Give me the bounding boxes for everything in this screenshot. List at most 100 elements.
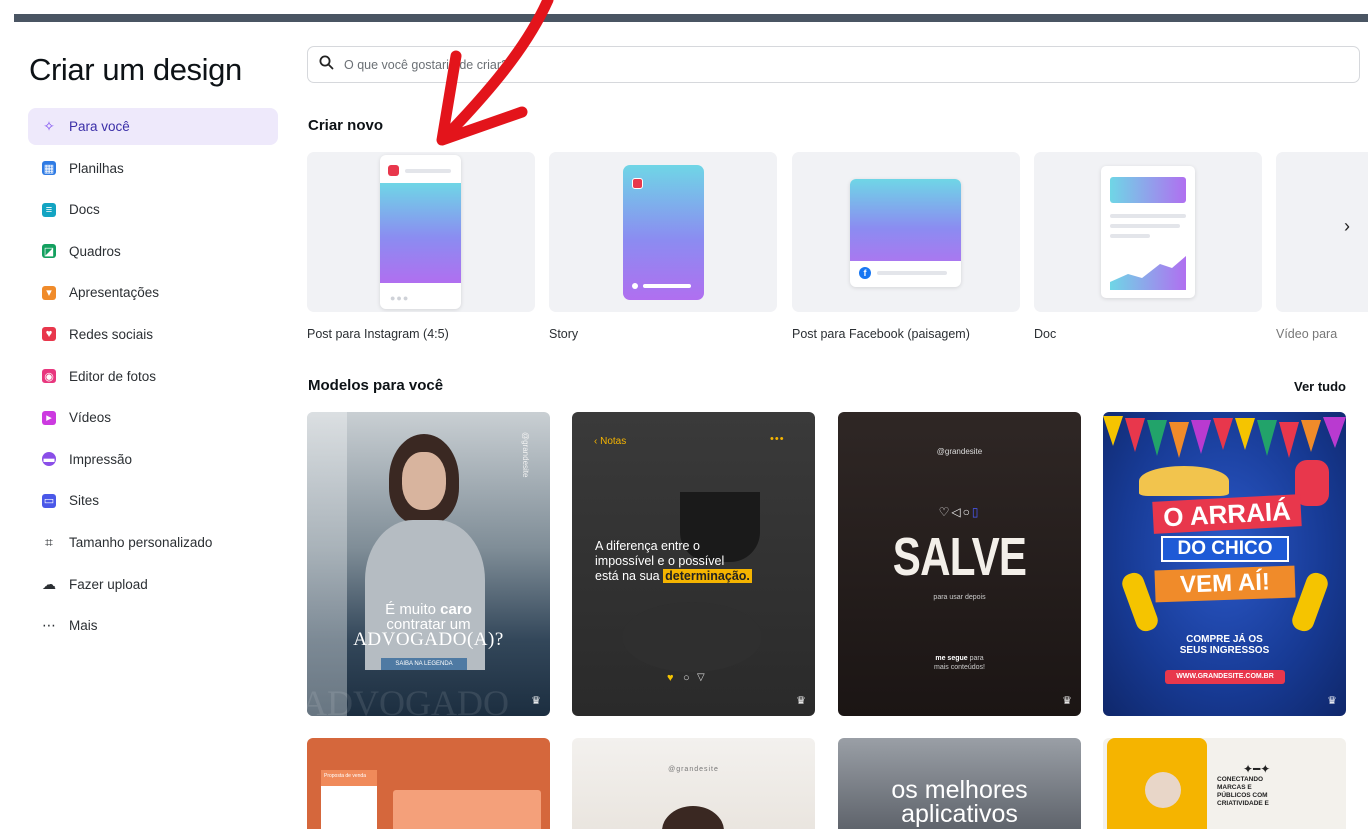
template-card-lawyer[interactable]: @grandesite É muito caro contratar um AD… <box>307 412 550 716</box>
tagline-2: MARCAS E <box>1217 784 1252 791</box>
sidebar-item-label: Apresentações <box>69 285 160 301</box>
back-label: Notas <box>600 436 627 447</box>
tagline-1: CONECTANDO <box>1217 776 1264 783</box>
social-icons: ♡◁○▯ <box>938 505 981 519</box>
handle-text: @grandesite <box>521 432 530 478</box>
tagline: CONECTANDO MARCAS E PÚBLICOS COM CRIATIV… <box>1217 776 1269 808</box>
phone-mockup: ●●● <box>380 155 461 309</box>
doc-page-secondary <box>393 790 541 829</box>
presentation-icon: ▾ <box>42 285 56 300</box>
template-card-salve[interactable]: @grandesite ♡◁○▯ SALVE para usar depois … <box>838 412 1081 716</box>
search-bar[interactable] <box>307 46 1360 83</box>
doc-page-title: Proposta de venda <box>321 770 377 786</box>
handle-text: @grandesite <box>668 766 719 773</box>
sidebar-item-sites[interactable]: ▭ Sites <box>28 482 278 519</box>
facebook-icon: f <box>859 267 871 279</box>
more-icon: ⋯ <box>42 617 56 634</box>
footer-line1: para <box>969 655 984 662</box>
create-card-instagram-post[interactable]: ●●● Post para Instagram (4:5) <box>307 152 535 341</box>
whiteboard-icon: ◪ <box>42 244 56 259</box>
create-card-label: Doc <box>1034 327 1057 341</box>
story-gradient <box>623 165 704 300</box>
corn-right <box>1289 570 1331 634</box>
sidebar-item-docs[interactable]: ≡ Docs <box>28 191 278 228</box>
create-card-label: Story <box>549 327 579 341</box>
create-card-doc[interactable]: Doc <box>1034 152 1262 341</box>
background-word: ADVOGADO <box>307 683 509 716</box>
sidebar-item-fazer-upload[interactable]: ☁ Fazer upload <box>28 566 278 603</box>
create-card-label: Post para Facebook (paisagem) <box>792 327 970 341</box>
sidebar-item-label: Redes sociais <box>69 326 154 342</box>
plate-shape <box>622 602 762 672</box>
quote-line2: impossível e o possível <box>595 554 725 568</box>
doc-header-gradient <box>1110 177 1186 203</box>
see-all-link[interactable]: Ver tudo <box>1294 379 1346 394</box>
sidebar-item-label: Tamanho personalizado <box>69 534 213 550</box>
headline-line2: DO CHICO <box>1161 536 1289 562</box>
post-gradient <box>380 183 461 283</box>
custom-size-icon: ⌗ <box>45 533 53 550</box>
top-strip-bar <box>14 14 1368 22</box>
sub-text: para usar depois <box>933 594 986 601</box>
quote-highlight: determinação. <box>663 569 752 583</box>
person-face <box>402 452 446 510</box>
create-card-story[interactable]: Story <box>549 152 777 341</box>
browser-top-strip <box>0 0 1368 22</box>
template-card-arraia[interactable]: O ARRAIÁ DO CHICO VEM AÍ! COMPRE JÁ OS S… <box>1103 412 1346 716</box>
sidebar-item-quadros[interactable]: ◪ Quadros <box>28 233 278 270</box>
sidebar-item-apresentacoes[interactable]: ▾ Apresentações <box>28 274 278 311</box>
sidebar-item-label: Planilhas <box>69 160 124 176</box>
story-bar <box>643 284 691 288</box>
search-input[interactable] <box>344 57 1244 72</box>
footer-line2: mais conteúdos! <box>934 664 985 671</box>
tagline-4: CRIATIVIDADE E <box>1217 800 1269 807</box>
headline-line2: aplicativos <box>901 800 1018 828</box>
create-card-video[interactable]: Vídeo para <box>1276 152 1368 341</box>
headline: É muito caro contratar um ADVOGADO(A)? <box>307 602 550 650</box>
sidebar-item-label: Docs <box>69 202 100 218</box>
crown-icon: ♛ <box>1062 695 1072 707</box>
placeholder-line <box>1110 214 1186 218</box>
headline-line1: O ARRAIÁ <box>1152 494 1302 534</box>
photo-editor-icon: ◉ <box>42 369 56 384</box>
sheet-icon: ▦ <box>42 161 56 176</box>
template-card-portrait[interactable]: @grandesite <box>572 738 815 829</box>
sidebar-item-editor-de-fotos[interactable]: ◉ Editor de fotos <box>28 358 278 395</box>
sidebar-item-redes-sociais[interactable]: ♥ Redes sociais <box>28 316 278 353</box>
person-face <box>1145 772 1181 808</box>
create-thumb: ●●● <box>307 152 535 312</box>
create-new-title: Criar novo <box>308 117 384 134</box>
headline-line3: VEM AÍ! <box>1154 565 1296 603</box>
docs-icon: ≡ <box>42 202 56 217</box>
send-icon: ▽ <box>697 672 705 683</box>
print-icon: ▬ <box>42 452 56 467</box>
page-title: Criar um design <box>29 52 242 87</box>
sidebar-item-para-voce[interactable]: ✧ Para você <box>28 108 278 145</box>
template-card-aplicativos[interactable]: os melhores aplicativos <box>838 738 1081 829</box>
create-thumb <box>1034 152 1262 312</box>
sidebar-item-mais[interactable]: ⋯ Mais <box>28 607 278 644</box>
chevron-right-icon[interactable]: › <box>1344 216 1350 237</box>
person-hair <box>662 806 724 829</box>
create-new-row: ●●● Post para Instagram (4:5) Story f Po… <box>307 152 1368 352</box>
sidebar-item-label: Sites <box>69 493 100 509</box>
sidebar-item-impressao[interactable]: ▬ Impressão <box>28 441 278 478</box>
sidebar-item-videos[interactable]: ▸ Vídeos <box>28 399 278 436</box>
story-dot <box>632 283 638 289</box>
sidebar-item-planilhas[interactable]: ▦ Planilhas <box>28 150 278 187</box>
create-card-facebook-post[interactable]: f Post para Facebook (paisagem) <box>792 152 1020 341</box>
dots-icon: ●●● <box>390 293 410 303</box>
templates-title: Modelos para você <box>308 377 444 394</box>
cta-line2: SEUS INGRESSOS <box>1179 645 1270 656</box>
crown-icon: ♛ <box>1327 695 1337 707</box>
search-icon <box>319 55 334 74</box>
instagram-icon <box>388 165 399 176</box>
doc-area-chart-icon <box>1110 256 1186 290</box>
template-card-proposta[interactable]: Proposta de venda <box>307 738 550 829</box>
template-card-notas[interactable]: ‹ Notas ••• A diferença entre o impossív… <box>572 412 815 716</box>
footer-bold: me segue <box>935 655 968 662</box>
quote-line1: A diferença entre o <box>595 539 700 553</box>
template-card-conectando[interactable]: CONECTANDO MARCAS E PÚBLICOS COM CRIATIV… <box>1103 738 1346 829</box>
headline-line3: ADVOGADO(A)? <box>353 629 504 650</box>
sidebar-item-tamanho-personalizado[interactable]: ⌗ Tamanho personalizado <box>28 524 278 561</box>
